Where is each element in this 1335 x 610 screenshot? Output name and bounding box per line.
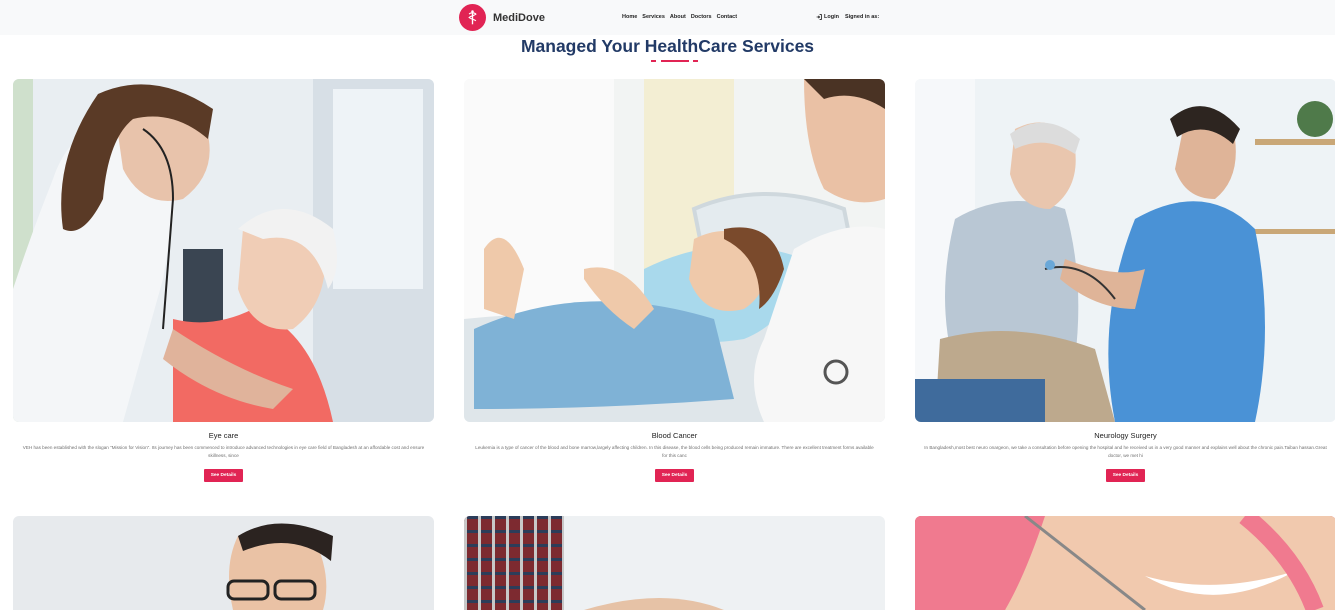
service-title: Eye care <box>208 431 239 440</box>
login-icon <box>816 14 822 20</box>
service-title: Blood Cancer <box>651 431 698 440</box>
service-description: Leukemia is a type of cancer of the bloo… <box>475 445 874 458</box>
medical-logo-icon <box>459 4 486 31</box>
page-title: Managed Your HealthCare Services <box>520 36 815 56</box>
service-title: Neurology Surgery <box>1094 431 1157 440</box>
service-image-neurology-surgery <box>915 79 1335 422</box>
service-image-row2-2 <box>464 516 885 610</box>
navbar: MediDove Home Services About Doctors Con… <box>0 0 1335 35</box>
service-description: In Bangladesh,most best neuro onargeon, … <box>924 445 1327 458</box>
brand-name: MediDove <box>493 11 545 24</box>
nav-right: Login Signed in as: <box>816 14 879 20</box>
service-image-row2-3 <box>915 516 1335 610</box>
title-underline-center <box>661 60 689 62</box>
signed-in-label: Signed in as: <box>844 14 880 20</box>
service-image-blood-cancer <box>464 79 885 422</box>
service-description: VEH has been established with the slogan… <box>22 445 425 458</box>
see-details-button[interactable]: See Details <box>203 469 244 482</box>
service-card-blood-cancer: Blood Cancer Leukemia is a type of cance… <box>464 79 885 482</box>
nav-links: Home Services About Doctors Contact <box>622 14 737 20</box>
nav-about[interactable]: About <box>670 14 686 20</box>
title-underline-left <box>651 60 656 62</box>
nav-home[interactable]: Home <box>622 14 637 20</box>
see-details-button[interactable]: See Details <box>1105 469 1146 482</box>
login-link[interactable]: Login <box>816 14 839 20</box>
nav-services[interactable]: Services <box>642 14 665 20</box>
title-underline-right <box>693 60 698 62</box>
brand[interactable]: MediDove <box>459 4 545 31</box>
service-card-neurology-surgery: Neurology Surgery In Bangladesh,most bes… <box>915 79 1335 482</box>
see-details-button[interactable]: See Details <box>654 469 695 482</box>
nav-contact[interactable]: Contact <box>717 14 737 20</box>
nav-doctors[interactable]: Doctors <box>691 14 712 20</box>
service-image-eye-care <box>13 79 434 422</box>
service-image-row2-1 <box>13 516 434 610</box>
login-label: Login <box>824 14 839 20</box>
service-card-eye-care: Eye care VEH has been established with t… <box>13 79 434 482</box>
